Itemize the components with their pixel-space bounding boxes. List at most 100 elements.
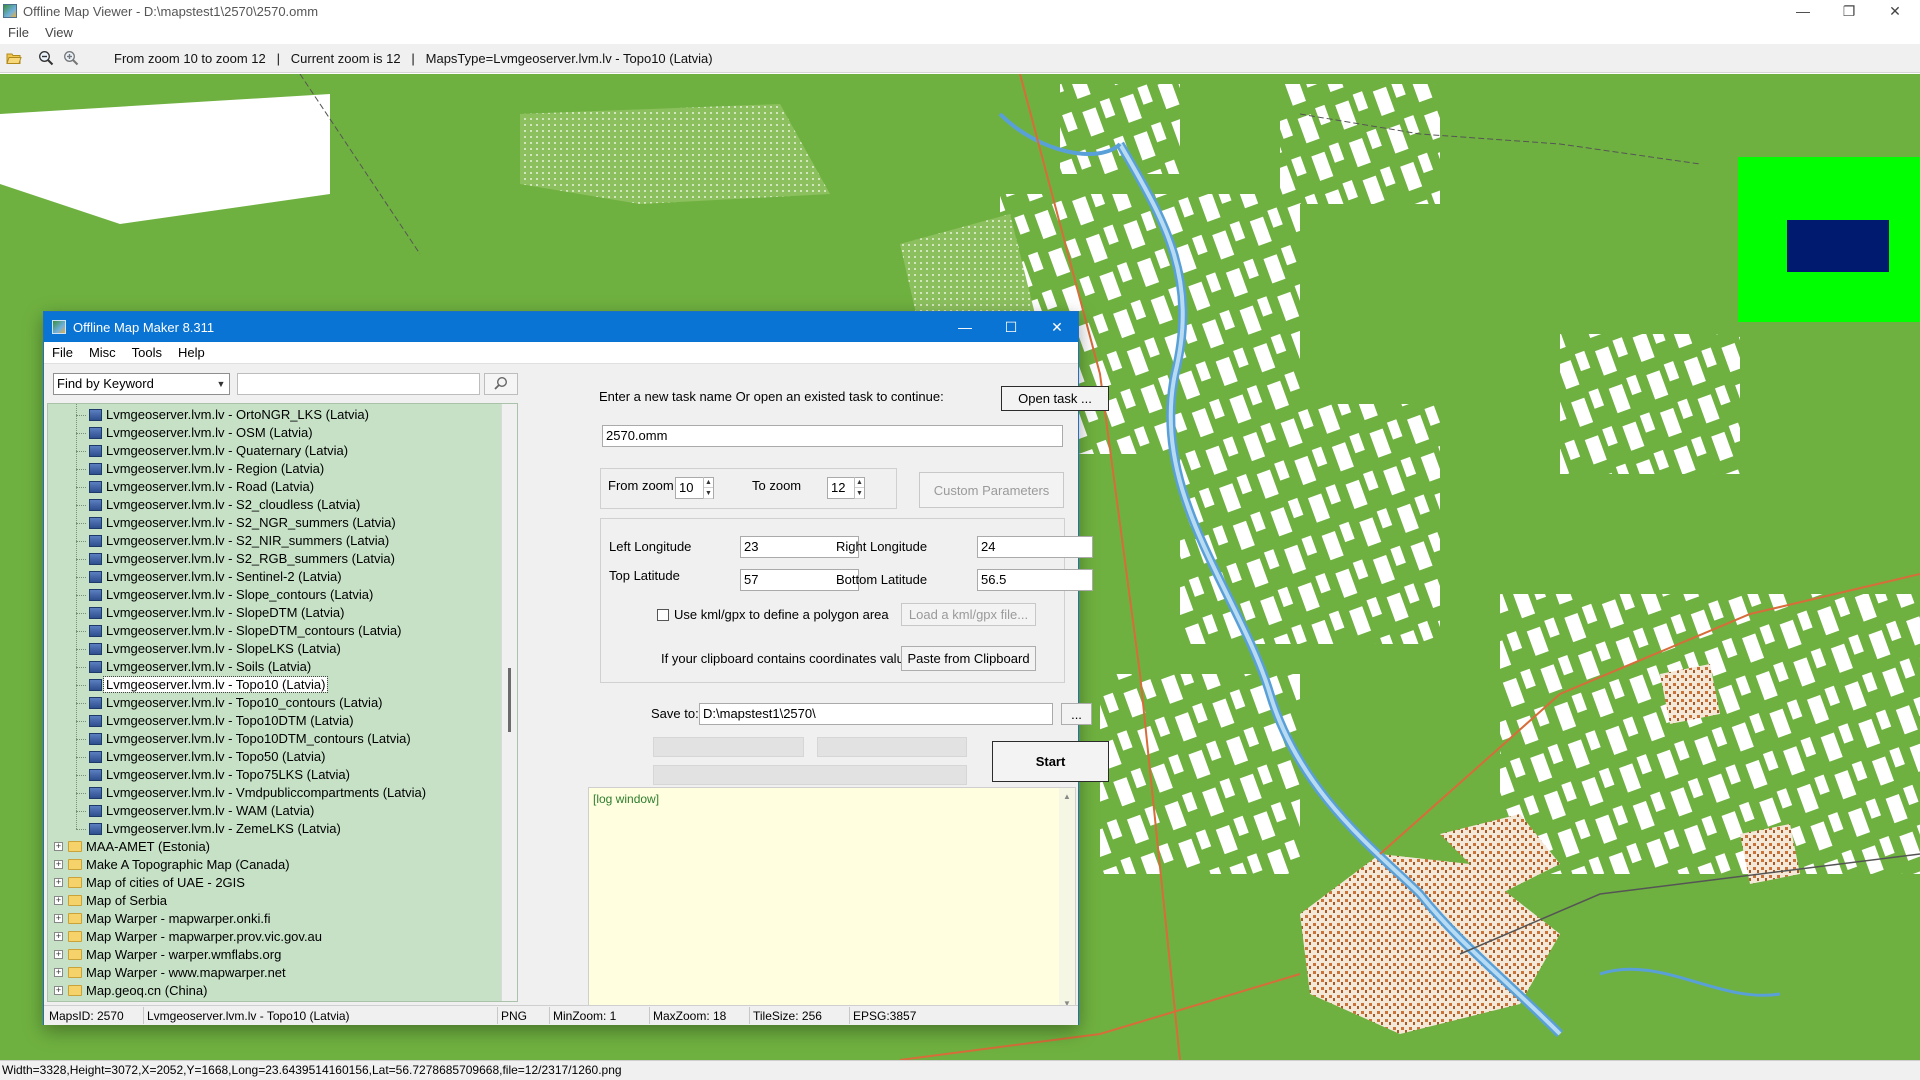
right-longitude-input[interactable]: 24 (977, 536, 1093, 558)
expand-icon[interactable]: + (54, 878, 63, 887)
tree-item-label: Lvmgeoserver.lvm.lv - Sentinel-2 (Latvia… (106, 569, 342, 584)
folder-icon (68, 877, 82, 888)
minimap[interactable] (1738, 157, 1920, 322)
tree-item-layer[interactable]: Lvmgeoserver.lvm.lv - SlopeDTM_contours … (89, 622, 402, 640)
tree-connector-branch (76, 739, 86, 740)
minimap-viewport[interactable] (1787, 220, 1889, 272)
tree-item-folder[interactable]: + Map Warper - www.mapwarper.net (48, 964, 286, 982)
tree-item-label: Lvmgeoserver.lvm.lv - Slope_contours (La… (106, 587, 374, 602)
tree-item-layer[interactable]: Lvmgeoserver.lvm.lv - Soils (Latvia) (89, 658, 311, 676)
open-folder-icon[interactable] (3, 47, 25, 69)
keyword-input[interactable] (237, 373, 480, 395)
map-layer-icon (89, 445, 102, 457)
tree-item-folder[interactable]: + Map.geoq.cn (China) (48, 982, 207, 1000)
log-window[interactable]: [log window] ▲ ▼ (588, 787, 1076, 1013)
to-zoom-spin[interactable]: ▲ ▼ (854, 477, 864, 499)
window-title: Offline Map Viewer - D:\mapstest1\2570\2… (23, 3, 319, 19)
bottom-latitude-input[interactable]: 56.5 (977, 569, 1093, 591)
map-source-tree[interactable]: Lvmgeoserver.lvm.lv - OrtoNGR_LKS (Latvi… (47, 403, 518, 1002)
dialog-titlebar[interactable]: Offline Map Maker 8.311 — ☐ ✕ (44, 312, 1078, 342)
browse-button[interactable]: ... (1061, 703, 1092, 725)
search-mode-select[interactable]: Find by Keyword ▼ (53, 373, 230, 395)
menu-view[interactable]: View (37, 25, 81, 40)
map-layer-icon (89, 499, 102, 511)
tree-item-layer[interactable]: Lvmgeoserver.lvm.lv - SlopeLKS (Latvia) (89, 640, 341, 658)
task-name-input[interactable]: 2570.omm (602, 425, 1063, 447)
map-layer-icon (89, 805, 102, 817)
map-layer-icon (89, 823, 102, 835)
tree-item-layer[interactable]: Lvmgeoserver.lvm.lv - Quaternary (Latvia… (89, 442, 348, 460)
tree-item-folder[interactable]: + Make A Topographic Map (Canada) (48, 856, 290, 874)
start-button[interactable]: Start (992, 741, 1109, 782)
dialog-close-button[interactable]: ✕ (1034, 312, 1080, 342)
save-path-input[interactable]: D:\mapstest1\2570\ (699, 703, 1053, 725)
expand-icon[interactable]: + (54, 932, 63, 941)
zoom-in-icon[interactable] (60, 47, 82, 69)
tree-item-layer[interactable]: Lvmgeoserver.lvm.lv - Topo10_contours (L… (89, 694, 383, 712)
search-button[interactable] (484, 373, 518, 395)
map-layer-icon (89, 427, 102, 439)
zoom-out-icon[interactable] (35, 47, 57, 69)
minimize-button[interactable]: — (1780, 0, 1826, 22)
tree-item-layer[interactable]: Lvmgeoserver.lvm.lv - Topo10 (Latvia) (89, 676, 329, 694)
expand-icon[interactable]: + (54, 914, 63, 923)
tree-scrollbar[interactable] (501, 404, 517, 1001)
tree-item-layer[interactable]: Lvmgeoserver.lvm.lv - S2_NGR_summers (La… (89, 514, 396, 532)
dialog-menu-file[interactable]: File (44, 345, 81, 360)
tree-connector-branch (76, 667, 86, 668)
tree-item-folder[interactable]: + Map Warper - mapwarper.onki.fi (48, 910, 270, 928)
tree-item-layer[interactable]: Lvmgeoserver.lvm.lv - OSM (Latvia) (89, 424, 313, 442)
load-kml-button[interactable]: Load a kml/gpx file... (901, 603, 1036, 626)
tree-item-folder[interactable]: + Map of Serbia (48, 892, 167, 910)
use-kml-checkbox[interactable] (657, 609, 669, 621)
tree-item-layer[interactable]: Lvmgeoserver.lvm.lv - Topo10DTM (Latvia) (89, 712, 354, 730)
custom-parameters-button[interactable]: Custom Parameters (919, 472, 1064, 508)
tree-item-folder[interactable]: + Map Warper - warper.wmflabs.org (48, 946, 281, 964)
expand-icon[interactable]: + (54, 968, 63, 977)
tree-item-layer[interactable]: Lvmgeoserver.lvm.lv - Topo75LKS (Latvia) (89, 766, 350, 784)
tree-item-folder[interactable]: + Map Warper - mapwarper.prov.vic.gov.au (48, 928, 322, 946)
scroll-up-icon[interactable]: ▲ (1063, 792, 1071, 801)
dialog-maximize-button[interactable]: ☐ (988, 312, 1034, 342)
log-scrollbar[interactable]: ▲ ▼ (1059, 788, 1075, 1012)
tree-item-layer[interactable]: Lvmgeoserver.lvm.lv - S2_RGB_summers (La… (89, 550, 395, 568)
offline-map-maker-dialog: Offline Map Maker 8.311 — ☐ ✕ File Misc … (43, 311, 1109, 1025)
from-zoom-spin[interactable]: ▲ ▼ (703, 477, 713, 499)
close-button[interactable]: ✕ (1872, 0, 1918, 22)
expand-icon[interactable]: + (54, 950, 63, 959)
expand-icon[interactable]: + (54, 896, 63, 905)
paste-clipboard-button[interactable]: Paste from Clipboard (901, 646, 1036, 671)
app-titlebar: Offline Map Viewer - D:\mapstest1\2570\2… (0, 0, 1920, 22)
tree-scroll-thumb[interactable] (508, 668, 511, 732)
tree-item-layer[interactable]: Lvmgeoserver.lvm.lv - Region (Latvia) (89, 460, 324, 478)
tree-item-label: Lvmgeoserver.lvm.lv - Road (Latvia) (106, 479, 315, 494)
tree-item-layer[interactable]: Lvmgeoserver.lvm.lv - S2_cloudless (Latv… (89, 496, 360, 514)
menu-file[interactable]: File (0, 25, 37, 40)
tree-item-layer[interactable]: Lvmgeoserver.lvm.lv - S2_NIR_summers (La… (89, 532, 389, 550)
dialog-menu-misc[interactable]: Misc (81, 345, 124, 360)
tree-item-layer[interactable]: Lvmgeoserver.lvm.lv - Topo10DTM_contours… (89, 730, 411, 748)
dialog-menu-tools[interactable]: Tools (124, 345, 170, 360)
open-task-button[interactable]: Open task ... (1001, 386, 1109, 411)
expand-icon[interactable]: + (54, 860, 63, 869)
tree-item-layer[interactable]: Lvmgeoserver.lvm.lv - Road (Latvia) (89, 478, 314, 496)
tree-item-layer[interactable]: Lvmgeoserver.lvm.lv - SlopeDTM (Latvia) (89, 604, 344, 622)
tree-item-layer[interactable]: Lvmgeoserver.lvm.lv - OrtoNGR_LKS (Latvi… (89, 406, 369, 424)
dialog-menu-help[interactable]: Help (170, 345, 213, 360)
tree-item-label: Lvmgeoserver.lvm.lv - Vmdpubliccompartme… (106, 785, 427, 800)
expand-icon[interactable]: + (54, 986, 63, 995)
to-zoom-label: To zoom (752, 478, 802, 493)
tree-item-layer[interactable]: Lvmgeoserver.lvm.lv - Slope_contours (La… (89, 586, 373, 604)
tree-item-folder[interactable]: + MAA-AMET (Estonia) (48, 838, 210, 856)
dialog-minimize-button[interactable]: — (942, 312, 988, 342)
status-format: PNG (498, 1007, 550, 1024)
tree-item-layer[interactable]: Lvmgeoserver.lvm.lv - WAM (Latvia) (89, 802, 314, 820)
tree-item-layer[interactable]: Lvmgeoserver.lvm.lv - ZemeLKS (Latvia) (89, 820, 341, 838)
dialog-statusbar: MapsID: 2570 Lvmgeoserver.lvm.lv - Topo1… (44, 1005, 1078, 1025)
tree-item-layer[interactable]: Lvmgeoserver.lvm.lv - Topo50 (Latvia) (89, 748, 325, 766)
tree-item-layer[interactable]: Lvmgeoserver.lvm.lv - Vmdpubliccompartme… (89, 784, 426, 802)
expand-icon[interactable]: + (54, 842, 63, 851)
tree-item-folder[interactable]: + Map of cities of UAE - 2GIS (48, 874, 245, 892)
maximize-button[interactable]: ❐ (1826, 0, 1872, 22)
tree-item-layer[interactable]: Lvmgeoserver.lvm.lv - Sentinel-2 (Latvia… (89, 568, 342, 586)
